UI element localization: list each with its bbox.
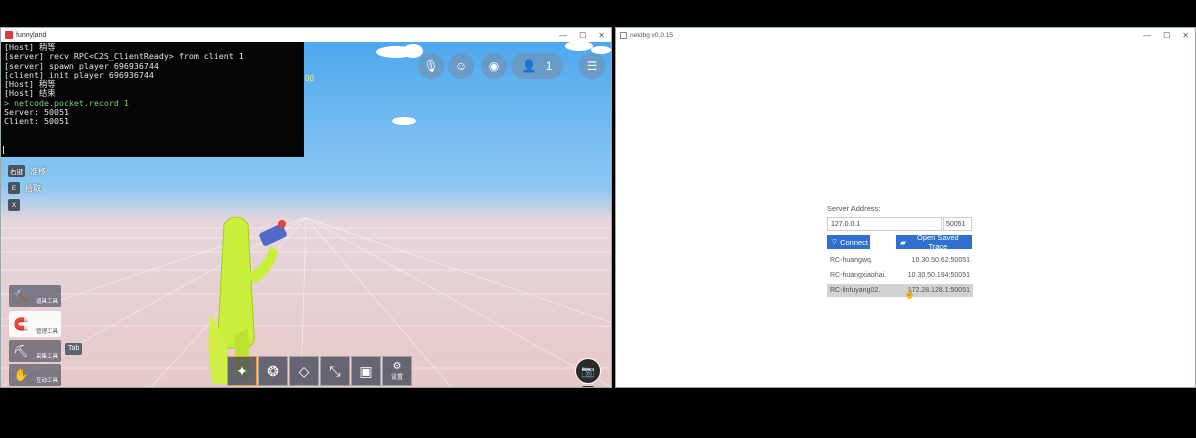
microphone-icon: 🎙 <box>423 59 439 73</box>
server-address-label: Server Address: <box>827 204 881 213</box>
hotbar-slot-5[interactable]: ▣ <box>351 356 381 386</box>
game-window-controls: — ☐ ✕ <box>559 31 611 40</box>
tool-label: 互动工具 <box>35 378 58 384</box>
netdbg-app-icon <box>620 31 627 39</box>
keycap: 右键 <box>8 165 25 177</box>
image-icon: ▣ <box>359 362 373 379</box>
tool-slot-manage[interactable]: 🧲 管理工具 <box>9 311 61 337</box>
minimize-icon[interactable]: — <box>559 31 567 40</box>
person-icon: 👤 <box>521 59 537 73</box>
server-list-item[interactable]: RC-huangxiaohai. 10.30.50.194:50051 <box>827 269 973 282</box>
small-camera-icon[interactable] <box>582 386 594 387</box>
chat-icon: ◉ <box>488 59 500 73</box>
hammer-icon: 🔨 <box>13 289 29 303</box>
debug-console[interactable]: [Host] 稍等 [server] recv RPC<C2S_ClientRe… <box>1 42 304 157</box>
connect-button-label: Connect <box>840 237 868 247</box>
game-window: funnyland — ☐ ✕ [Host] 稍等 [server] recv … <box>0 27 612 388</box>
console-line: Client: 50051 <box>4 116 69 127</box>
hotbar-slot-4[interactable]: ⤡ <box>320 356 350 386</box>
hand-icon: ✋ <box>13 368 29 382</box>
smile-icon: ☺ <box>454 59 468 73</box>
server-address: 10.30.50.62:50051 <box>911 257 970 264</box>
keyhint-label: 准移 <box>30 166 46 176</box>
mouse-pointer-icon: ☝ <box>904 289 916 299</box>
camera-icon: 📷 <box>581 365 595 378</box>
chat-button[interactable]: ◉ <box>481 53 507 79</box>
maximize-icon[interactable]: ☐ <box>579 31 586 40</box>
keyhint-x: X <box>8 199 25 211</box>
player-count-button[interactable]: 👤 1 <box>511 53 563 79</box>
hotbar-slot-1[interactable]: ✦ <box>227 356 257 386</box>
server-address: 10.30.50.194:50051 <box>907 272 970 279</box>
desktop: funnyland — ☐ ✕ [Host] 稍等 [server] recv … <box>0 0 1196 438</box>
keycap: X <box>8 199 20 211</box>
creature-icon: ✦ <box>236 362 248 379</box>
game-viewport[interactable]: [Host] 稍等 [server] recv RPC<C2S_ClientRe… <box>1 42 611 387</box>
measure-icon: ⤡ <box>329 362 341 379</box>
game-titlebar[interactable]: funnyland — ☐ ✕ <box>1 28 611 42</box>
server-list-item-selected[interactable]: RC-linfuyang02. 172.28.128.1:50051 <box>827 284 973 297</box>
tool-slot-item[interactable]: 🔨 道具工具 <box>9 285 61 307</box>
server-list-item[interactable]: RC-huangwq. 10.30.50.62:50051 <box>827 254 973 267</box>
server-port-input[interactable] <box>943 217 972 231</box>
spiral-icon: ❂ <box>267 362 279 379</box>
magnet-icon: 🧲 <box>13 317 29 331</box>
hotbar-slot-3[interactable]: ◇ <box>289 356 319 386</box>
eraser-icon: ◇ <box>298 362 310 379</box>
connect-button[interactable]: ⌔ Connect <box>827 235 870 249</box>
game-app-icon <box>5 31 13 39</box>
folder-icon: ▰ <box>900 237 906 247</box>
game-window-title: funnyland <box>16 31 47 39</box>
server-name: RC-huangxiaohai. <box>830 272 887 279</box>
tab-key-hint: Tab <box>65 343 83 355</box>
keyhint-label: 拾取 <box>25 183 41 193</box>
camera-button[interactable]: 📷 <box>575 358 601 384</box>
menu-button[interactable]: ☰ <box>579 53 605 79</box>
hotbar-settings[interactable]: ⚙ 设置 <box>382 356 412 386</box>
microphone-button[interactable]: 🎙 <box>418 53 444 79</box>
minimize-icon[interactable]: — <box>1143 31 1151 40</box>
tool-slot-gather[interactable]: ⛏ 采集工具 <box>9 340 61 362</box>
tool-label: 管理工具 <box>35 329 58 335</box>
gear-icon: ⚙ <box>392 361 402 372</box>
open-saved-trace-button[interactable]: ▰ Open Saved Trace <box>896 233 972 251</box>
server-name: RC-huangwq. <box>830 257 873 264</box>
menu-grid-icon: ☰ <box>586 59 598 73</box>
tool-label: 道具工具 <box>35 299 58 305</box>
hotbar-slot-2[interactable]: ❂ <box>258 356 288 386</box>
emoji-button[interactable]: ☺ <box>448 53 474 79</box>
server-address: 172.28.128.1:50051 <box>907 287 970 294</box>
settings-label: 设置 <box>390 375 403 381</box>
tool-label: 采集工具 <box>35 354 58 360</box>
keycap: E <box>8 182 20 194</box>
netdbg-window: netdbg v0.0.15 — ☐ ✕ Server Address: ⌔ C… <box>615 27 1196 388</box>
tool-slot-interact[interactable]: ✋ 互动工具 <box>9 364 61 386</box>
maximize-icon[interactable]: ☐ <box>1163 31 1170 40</box>
close-icon[interactable]: ✕ <box>1182 31 1189 40</box>
open-trace-button-label: Open Saved Trace <box>917 233 959 251</box>
netdbg-window-title: netdbg v0.0.15 <box>630 31 674 39</box>
server-name: RC-linfuyang02. <box>830 287 881 294</box>
netdbg-titlebar[interactable]: netdbg v0.0.15 — ☐ ✕ <box>616 28 1195 42</box>
hud-counter: 00 <box>305 74 314 83</box>
netdbg-window-controls: — ☐ ✕ <box>1143 31 1195 40</box>
wifi-icon: ⌔ <box>831 237 839 246</box>
hotbar: ✦ ❂ ◇ ⤡ ▣ ⚙ 设置 <box>227 356 412 386</box>
pickaxe-icon: ⛏ <box>13 344 29 358</box>
server-address-input[interactable] <box>827 217 942 231</box>
console-input-cursor[interactable] <box>3 146 4 154</box>
close-icon[interactable]: ✕ <box>598 31 605 40</box>
keyhint-right-click: 右键 准移 <box>8 165 46 177</box>
player-count-value: 1 <box>545 59 553 73</box>
keyhint-e: E 拾取 <box>8 182 41 194</box>
